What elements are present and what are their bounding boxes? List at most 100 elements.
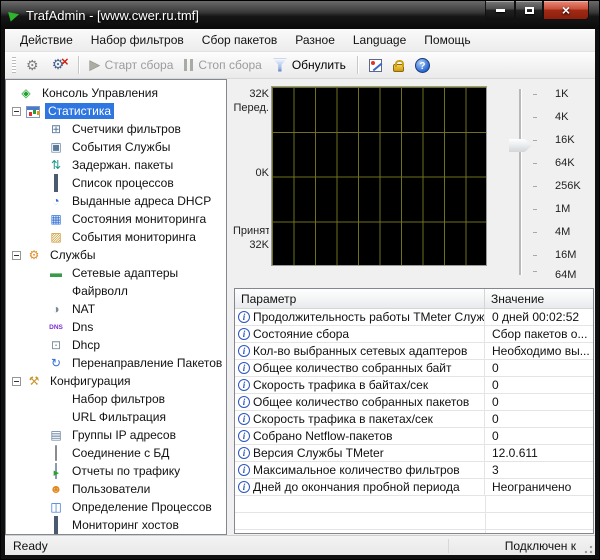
reset-funnel-icon: [273, 59, 287, 72]
tree-item-console[interactable]: ◈ Консоль Управления: [6, 84, 226, 102]
menu-action[interactable]: Действие: [11, 30, 82, 50]
red-x-icon: ×: [61, 54, 69, 69]
table-empty-area: [235, 496, 593, 533]
scale-slider-track[interactable]: [519, 89, 522, 275]
tree-item-ip-groups[interactable]: ▤ Группы IP адресов: [6, 426, 226, 444]
traffic-plot: [271, 86, 487, 266]
menu-filter-set[interactable]: Набор фильтров: [82, 30, 193, 50]
table-row[interactable]: iКол-во выбранных сетевых адаптеров Необ…: [235, 343, 593, 360]
toolbar-separator: [78, 56, 79, 74]
menu-packet-capture[interactable]: Сбор пакетов: [193, 30, 286, 50]
table-row[interactable]: iПродолжительность работы TMeter Служ...…: [235, 309, 593, 326]
close-button[interactable]: ×: [543, 1, 589, 20]
info-icon: i: [238, 447, 250, 459]
tree-item-delayed-packets[interactable]: ⇅ Задержан. пакеты: [6, 156, 226, 174]
table-header: Параметр Значение: [235, 289, 593, 309]
tree-item-firewall[interactable]: Файрволл: [6, 282, 226, 300]
tree-item-dhcp-addresses[interactable]: ◔ Выданные адреса DHCP: [6, 192, 226, 210]
scale-label-256k: 256K: [555, 180, 581, 192]
rx-axis-label: Принят: [233, 225, 269, 237]
settings-button[interactable]: ⚙: [22, 56, 43, 75]
tree-item-monitoring-states[interactable]: ▦ Состояния мониторинга: [6, 210, 226, 228]
tree-item-traffic-reports[interactable]: Отчеты по трафику: [6, 462, 226, 480]
resize-grip[interactable]: [580, 541, 594, 555]
toolbar-grip[interactable]: [12, 57, 16, 73]
delayed-packets-icon: ⇅: [48, 158, 64, 173]
tree-item-filter-counters[interactable]: ⊞ Счетчики фильтров: [6, 120, 226, 138]
tree-item-url-filtering[interactable]: URL Фильтрация: [6, 408, 226, 426]
tree-item-host-monitoring[interactable]: Мониторинг хостов: [6, 516, 226, 534]
monitoring-states-icon: ▦: [48, 212, 64, 227]
ip-groups-icon: ▤: [48, 428, 64, 443]
table-row[interactable]: iДней до окончания пробной периода Неогр…: [235, 479, 593, 496]
table-row[interactable]: iМаксимальное количество фильтров 3: [235, 462, 593, 479]
table-row[interactable]: iСобрано Netflow-пакетов 0: [235, 428, 593, 445]
configuration-tools-icon: ⚒: [26, 374, 42, 389]
tree-item-db-connection[interactable]: Соединение с БД: [6, 444, 226, 462]
reset-counters-button[interactable]: Обнулить: [269, 56, 350, 74]
menu-misc[interactable]: Разное: [286, 30, 344, 50]
monitoring-events-icon: ▨: [48, 230, 64, 245]
app-logo-icon: ▶: [7, 6, 21, 24]
tree-item-users[interactable]: ☻ Пользователи: [6, 480, 226, 498]
filter-counters-icon: ⊞: [48, 122, 64, 137]
traffic-graph-panel: 32K Перед. 0K Принят 32K: [233, 79, 595, 287]
menu-language[interactable]: Language: [344, 30, 415, 50]
tick-mark: [533, 140, 537, 141]
minimize-icon: [496, 9, 505, 12]
maximize-button[interactable]: [515, 1, 543, 20]
tick-mark: [533, 255, 537, 256]
tx-axis-label: Перед.: [233, 102, 269, 114]
table-row[interactable]: iСостояние сбора Сбор пакетов о...: [235, 326, 593, 343]
parameters-table: Параметр Значение iПродолжительность раб…: [234, 288, 594, 534]
collapse-toggle-icon[interactable]: [12, 377, 21, 386]
filter-editor-icon: [369, 59, 382, 72]
tree-item-packet-redirect[interactable]: ↻ Перенаправление Пакетов: [6, 354, 226, 372]
filter-editor-button[interactable]: [365, 57, 386, 74]
info-icon: i: [238, 328, 250, 340]
table-row[interactable]: iСкорость трафика в байтах/сек 0: [235, 377, 593, 394]
tree-item-configuration[interactable]: ⚒ Конфигурация: [6, 372, 226, 390]
tree-item-network-adapters[interactable]: ▬ Сетевые адаптеры: [6, 264, 226, 282]
table-row[interactable]: iСкорость трафика в пакетах/сек 0: [235, 411, 593, 428]
title-bar[interactable]: ▶ TrafAdmin - [www.cwer.ru.tmf] ×: [1, 1, 599, 29]
start-capture-button[interactable]: ▶ Старт сбора: [86, 55, 178, 75]
tick-mark: [533, 232, 537, 233]
process-detection-icon: ◫: [48, 500, 64, 515]
scale-label-64k: 64K: [555, 157, 575, 169]
tick-mark: [533, 117, 537, 118]
status-ready-text: Ready: [5, 539, 448, 553]
info-icon: i: [238, 311, 250, 323]
tree-item-process-list[interactable]: Список процессов: [6, 174, 226, 192]
tree-item-services[interactable]: ⚙ Службы: [6, 246, 226, 264]
scale-slider-thumb[interactable]: [509, 139, 532, 152]
lock-icon: [393, 64, 404, 72]
info-icon: i: [238, 362, 250, 374]
column-header-parameter[interactable]: Параметр: [235, 289, 485, 308]
close-icon: ×: [562, 3, 570, 17]
tree-item-dhcp[interactable]: ⊡ Dhcp: [6, 336, 226, 354]
license-button[interactable]: [389, 57, 408, 74]
tree-item-dns[interactable]: DNS Dns: [6, 318, 226, 336]
minimize-button[interactable]: [485, 1, 515, 20]
column-header-value[interactable]: Значение: [485, 289, 593, 308]
tree-item-service-events[interactable]: ▣ События Службы: [6, 138, 226, 156]
dns-icon: DNS: [48, 320, 64, 335]
collapse-toggle-icon[interactable]: [12, 107, 21, 116]
tree-item-filter-set[interactable]: Набор фильтров: [6, 390, 226, 408]
tree-item-monitoring-events[interactable]: ▨ События мониторинга: [6, 228, 226, 246]
info-icon: i: [238, 396, 250, 408]
disconnect-button[interactable]: ⚙×: [46, 55, 71, 75]
table-row[interactable]: iОбщее количество собранных пакетов 0: [235, 394, 593, 411]
tree-item-nat[interactable]: ◑ NAT: [6, 300, 226, 318]
table-row[interactable]: iВерсия Службы TMeter 12.0.611: [235, 445, 593, 462]
help-button[interactable]: ?: [411, 56, 434, 75]
status-bar: Ready Подключен к: [5, 535, 595, 555]
menu-bar: Действие Набор фильтров Сбор пакетов Раз…: [5, 29, 595, 52]
table-row[interactable]: iОбщее количество собранных байт 0: [235, 360, 593, 377]
collapse-toggle-icon[interactable]: [12, 251, 21, 260]
tree-item-statistics[interactable]: Статистика: [6, 102, 226, 120]
tree-item-process-detection[interactable]: ◫ Определение Процессов: [6, 498, 226, 516]
menu-help[interactable]: Помощь: [415, 30, 479, 50]
stop-capture-button[interactable]: Стоп сбора: [180, 56, 265, 74]
